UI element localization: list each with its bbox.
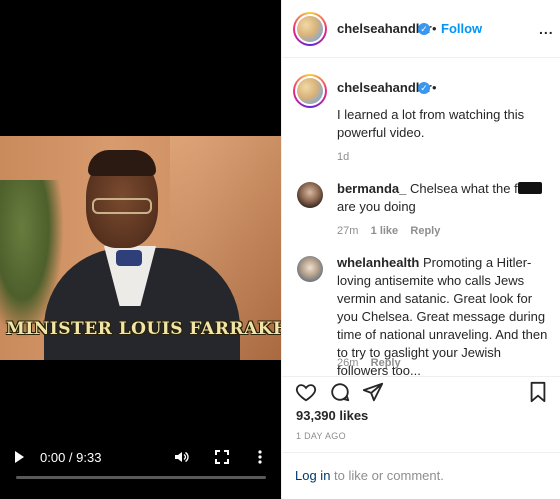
comment-age: 26m — [337, 357, 359, 369]
comment-text-end: are you doing — [337, 199, 416, 214]
login-link[interactable]: Log in — [295, 468, 330, 483]
login-prompt: Log in to like or comment. — [295, 468, 444, 483]
commenter-avatar[interactable] — [297, 256, 323, 282]
comment-age: 27m — [337, 225, 359, 237]
follow-button[interactable]: Follow — [441, 21, 482, 36]
video-player[interactable]: MINISTER LOUIS FARRAKHAN 0:00 / 9:33 — [0, 0, 281, 499]
comment-bermanda: bermanda_ Chelsea what the f are you doi… — [337, 180, 547, 216]
verified-icon: ✓ — [418, 82, 430, 94]
comment-username[interactable]: bermanda_ — [337, 181, 406, 196]
post-header: chelseahandler ✓ • Follow ... — [282, 0, 560, 58]
commenter-avatar[interactable] — [297, 182, 323, 208]
speaker-hair — [88, 150, 156, 176]
comment-text-start: Chelsea what the f — [410, 181, 518, 196]
post-panel: chelseahandler ✓ • Follow ... chelseahan… — [281, 0, 560, 499]
share-icon[interactable] — [362, 381, 384, 403]
post-menu-icon[interactable]: ... — [539, 21, 554, 37]
heart-icon[interactable] — [295, 381, 317, 403]
post-author-avatar[interactable] — [293, 74, 327, 108]
comment-likes[interactable]: 1 like — [371, 225, 399, 237]
post-age: 1d — [337, 151, 350, 163]
video-frame[interactable]: MINISTER LOUIS FARRAKHAN — [0, 136, 281, 360]
speaker-glasses — [92, 198, 152, 214]
comment-meta: 26m Reply — [337, 357, 401, 369]
post-caption: I learned a lot from watching this power… — [337, 107, 525, 140]
video-controls: 0:00 / 9:33 — [0, 441, 281, 481]
post-timestamp[interactable]: 1 DAY AGO — [296, 431, 346, 441]
avatar[interactable] — [293, 12, 327, 46]
comment-username[interactable]: whelanhealth — [337, 255, 419, 270]
volume-icon[interactable] — [173, 449, 189, 465]
reply-button[interactable]: Reply — [410, 225, 440, 237]
login-bar: Log in to like or comment. — [282, 452, 560, 499]
verified-icon: ✓ — [418, 23, 430, 35]
more-options-icon[interactable] — [255, 449, 265, 465]
video-time: 0:00 / 9:33 — [40, 450, 102, 465]
comment-meta: 27m 1 like Reply — [337, 225, 440, 237]
likes-count[interactable]: 93,390 likes — [296, 408, 368, 423]
separator-dot: • — [432, 80, 437, 95]
comment-icon[interactable] — [329, 381, 351, 403]
reply-button[interactable]: Reply — [371, 357, 401, 369]
separator-dot: • — [432, 21, 437, 36]
bookmark-icon[interactable] — [528, 381, 548, 403]
video-progress-bar[interactable] — [16, 476, 266, 479]
fullscreen-icon[interactable] — [214, 449, 230, 465]
play-icon[interactable] — [15, 451, 24, 463]
video-caption: MINISTER LOUIS FARRAKHAN — [6, 319, 281, 339]
login-rest: to like or comment. — [330, 468, 444, 483]
speaker-bowtie — [116, 250, 142, 266]
censor-bar — [517, 182, 542, 194]
action-bar — [282, 376, 560, 406]
